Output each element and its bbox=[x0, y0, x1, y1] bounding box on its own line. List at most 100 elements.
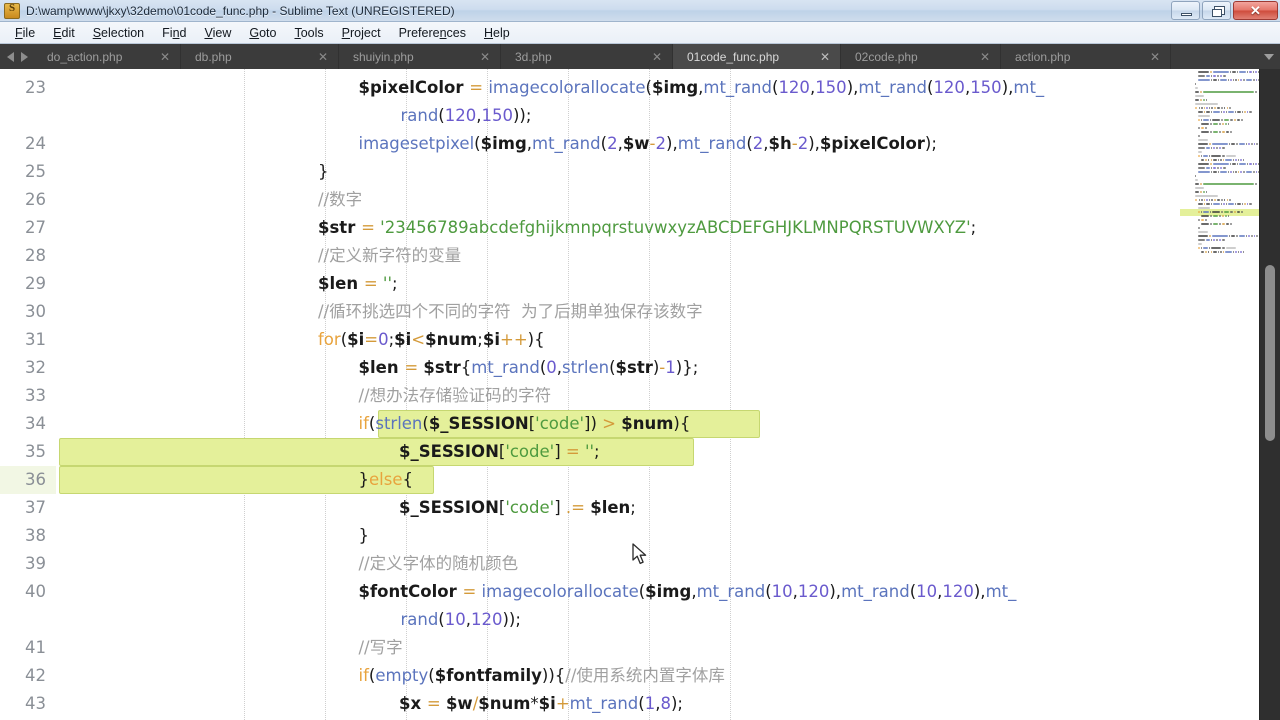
token-pl: ] bbox=[554, 442, 566, 461]
minimap-line bbox=[1232, 171, 1235, 173]
minimap-line bbox=[1210, 223, 1212, 225]
minimap[interactable] bbox=[1180, 69, 1260, 720]
code-line[interactable]: for($i=0;$i<$num;$i++){ bbox=[56, 326, 1180, 354]
code-line[interactable]: $str = '23456789abcdefghijkmnpqrstuvwxyz… bbox=[56, 214, 1180, 242]
tab-shuiyin-php[interactable]: shuiyin.php ✕ bbox=[339, 44, 501, 69]
code-line[interactable]: imagesetpixel($img,mt_rand(2,$w-2),mt_ra… bbox=[56, 130, 1180, 158]
tab-db-php[interactable]: db.php ✕ bbox=[181, 44, 339, 69]
minimap-line bbox=[1235, 171, 1237, 173]
minimap-line bbox=[1203, 91, 1254, 93]
code-line[interactable]: //循环挑选四个不同的字符 为了后期单独保存该数字 bbox=[56, 298, 1180, 326]
menu-item-selection[interactable]: Selection bbox=[84, 24, 153, 42]
token-var: $pixelColor bbox=[819, 134, 925, 153]
code-line[interactable]: rand(120,150)); bbox=[56, 102, 1180, 130]
minimap-line bbox=[1219, 75, 1223, 77]
minimap-line bbox=[1236, 163, 1239, 165]
code-line[interactable]: //想办法存储验证码的字符 bbox=[56, 382, 1180, 410]
menu-item-preferences[interactable]: Preferences bbox=[390, 24, 475, 42]
maximize-button[interactable] bbox=[1202, 1, 1231, 20]
tab-close-icon[interactable]: ✕ bbox=[454, 51, 490, 63]
code-line[interactable]: } bbox=[56, 158, 1180, 186]
code-line[interactable]: $len = ''; bbox=[56, 270, 1180, 298]
tab-close-icon[interactable]: ✕ bbox=[954, 51, 990, 63]
token-pl: ] bbox=[554, 498, 566, 517]
token-cmt: //循环挑选四个不同的字符 为了后期单独保存该数字 bbox=[318, 302, 703, 321]
minimap-line bbox=[1208, 143, 1211, 145]
minimap-line bbox=[1252, 71, 1255, 73]
code-editor[interactable]: 23 24 25 26 27 28 29 30 31 32 33 34 35 36 37 38 39 40 41 42… bbox=[0, 69, 1280, 720]
tab-do-action-php[interactable]: do_action.php ✕ bbox=[33, 44, 181, 69]
minimap-line bbox=[1237, 203, 1241, 205]
menu-item-find[interactable]: Find bbox=[153, 24, 195, 42]
chevron-right-icon[interactable] bbox=[21, 51, 28, 62]
token-num: 0 bbox=[546, 358, 557, 377]
minimap-line bbox=[1255, 163, 1257, 165]
code-line[interactable]: //数字 bbox=[56, 186, 1180, 214]
menu-item-help[interactable]: Help bbox=[475, 24, 519, 42]
minimap-line bbox=[1219, 131, 1221, 133]
code-line[interactable]: //定义新字符的变量 bbox=[56, 242, 1180, 270]
code-line[interactable]: if(empty($fontfamily)){//使用系统内置字体库 bbox=[56, 662, 1180, 690]
tab-close-icon[interactable]: ✕ bbox=[1124, 51, 1160, 63]
minimap-line bbox=[1210, 75, 1213, 77]
token-var: $i bbox=[538, 694, 556, 713]
minimap-line bbox=[1210, 111, 1213, 113]
code-line[interactable]: $_SESSION['code'] = ''; bbox=[56, 438, 1180, 466]
minimize-button[interactable] bbox=[1171, 1, 1200, 20]
line-number: 34 bbox=[25, 414, 46, 433]
token-var: $_SESSION bbox=[399, 498, 499, 517]
minimap-line bbox=[1232, 79, 1235, 81]
minimap-line bbox=[1229, 107, 1232, 109]
minimap-line bbox=[1223, 75, 1226, 77]
minimap-line bbox=[1207, 251, 1210, 253]
token-op: ++ bbox=[500, 330, 528, 349]
minimap-line bbox=[1222, 251, 1225, 253]
minimap-line bbox=[1211, 155, 1222, 157]
minimap-line bbox=[1194, 191, 1200, 193]
tab-close-icon[interactable]: ✕ bbox=[626, 51, 662, 63]
token-op: = bbox=[469, 78, 489, 97]
vertical-scrollbar-thumb[interactable] bbox=[1265, 265, 1275, 441]
tab-02code-php[interactable]: 02code.php ✕ bbox=[841, 44, 1001, 69]
minimap-line bbox=[1208, 235, 1211, 237]
minimap-line bbox=[1220, 251, 1222, 253]
menu-item-file[interactable]: File bbox=[6, 24, 44, 42]
tab-overflow-menu-button[interactable] bbox=[1258, 44, 1280, 69]
code-line[interactable]: } bbox=[56, 522, 1180, 550]
code-line[interactable]: $_SESSION['code'] .= $len; bbox=[56, 494, 1180, 522]
code-line[interactable]: $fontColor = imagecolorallocate($img,mt_… bbox=[56, 578, 1180, 606]
minimap-line bbox=[1210, 171, 1213, 173]
tab-close-icon[interactable]: ✕ bbox=[134, 51, 170, 63]
tab-close-icon[interactable]: ✕ bbox=[794, 51, 830, 63]
code-line[interactable]: //写字 bbox=[56, 634, 1180, 662]
token-num: 8 bbox=[660, 694, 671, 713]
menu-item-view[interactable]: View bbox=[195, 24, 240, 42]
tab-close-icon[interactable]: ✕ bbox=[292, 51, 328, 63]
minimap-line bbox=[1214, 107, 1216, 109]
minimap-line bbox=[1256, 143, 1258, 145]
tab-01code-func-php[interactable]: 01code_func.php ✕ bbox=[673, 44, 841, 69]
tab-3d-php[interactable]: 3d.php ✕ bbox=[501, 44, 673, 69]
minimap-line bbox=[1230, 119, 1233, 121]
code-area[interactable]: $pixelColor = imagecolorallocate($img,mt… bbox=[56, 69, 1180, 720]
code-line[interactable]: }else{ bbox=[56, 466, 1180, 494]
minimap-line bbox=[1217, 171, 1220, 173]
menu-item-goto[interactable]: Goto bbox=[240, 24, 285, 42]
code-line[interactable]: $len = $str{mt_rand(0,strlen($str)-1)}; bbox=[56, 354, 1180, 382]
menu-item-tools[interactable]: Tools bbox=[285, 24, 332, 42]
minimap-line bbox=[1213, 79, 1217, 81]
tab-action-php[interactable]: action.php ✕ bbox=[1001, 44, 1171, 69]
token-op: .= bbox=[565, 498, 591, 517]
code-line[interactable]: $pixelColor = imagecolorallocate($img,mt… bbox=[56, 74, 1180, 102]
token-var: $i bbox=[394, 330, 412, 349]
code-line[interactable]: if(strlen($_SESSION['code']) > $num){ bbox=[56, 410, 1180, 438]
code-line[interactable]: //定义字体的随机颜色 bbox=[56, 550, 1180, 578]
minimap-line bbox=[1212, 223, 1219, 225]
close-button[interactable]: ✕ bbox=[1233, 1, 1278, 20]
menu-item-edit[interactable]: Edit bbox=[44, 24, 84, 42]
chevron-left-icon[interactable] bbox=[7, 51, 14, 62]
minimap-line bbox=[1216, 239, 1218, 241]
code-line[interactable]: $x = $w/$num*$i+mt_rand(1,8); bbox=[56, 690, 1180, 718]
menu-item-project[interactable]: Project bbox=[333, 24, 390, 42]
code-line[interactable]: rand(10,120)); bbox=[56, 606, 1180, 634]
